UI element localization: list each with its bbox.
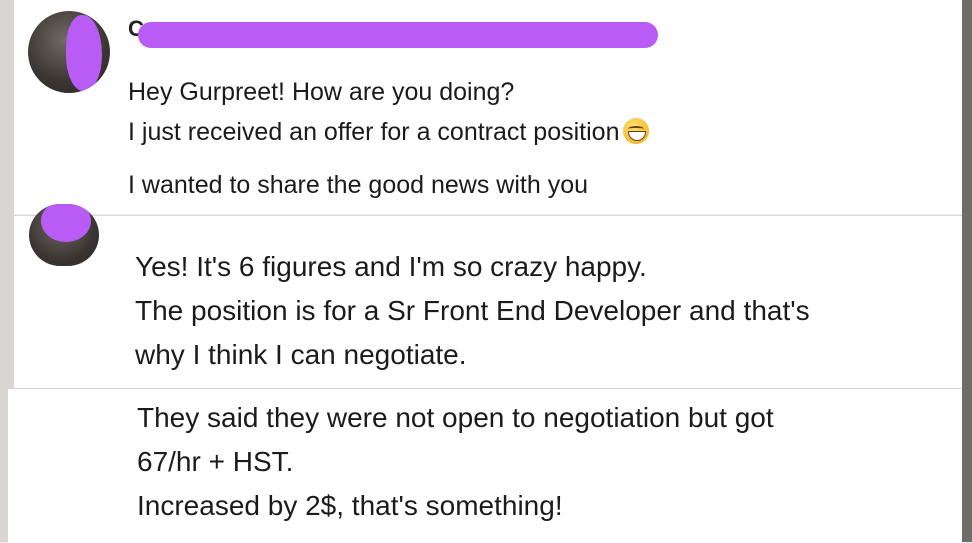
grinning-face-emoji-icon — [623, 118, 650, 144]
message-text-2: I wanted to share the good news with you — [128, 171, 589, 199]
message-line: Increased by 2$, that's something! — [137, 490, 563, 521]
message-text-4: They said they were not open to negotiat… — [137, 396, 774, 528]
message-line: Yes! It's 6 figures and I'm so crazy hap… — [135, 251, 647, 282]
message-line: I just received an offer for a contract … — [128, 118, 620, 146]
message-line: Hey Gurpreet! How are you doing? — [128, 78, 515, 106]
message-text-3: Yes! It's 6 figures and I'm so crazy hap… — [135, 245, 810, 377]
message-line: why I think I can negotiate. — [135, 339, 467, 370]
window-right-edge — [962, 0, 972, 542]
sender-name-redaction — [138, 22, 658, 48]
avatar-redaction — [41, 204, 91, 242]
avatar-redaction — [66, 15, 102, 91]
message-line: The position is for a Sr Front End Devel… — [135, 295, 810, 326]
message-text-1: Hey Gurpreet! How are you doing? I just … — [128, 72, 650, 152]
message-line-with-emoji: I just received an offer for a contract … — [128, 112, 650, 152]
sender-avatar[interactable] — [29, 204, 99, 266]
message-line: They said they were not open to negotiat… — [137, 402, 774, 433]
message-line: 67/hr + HST. — [137, 446, 294, 477]
sender-avatar[interactable] — [28, 11, 110, 93]
